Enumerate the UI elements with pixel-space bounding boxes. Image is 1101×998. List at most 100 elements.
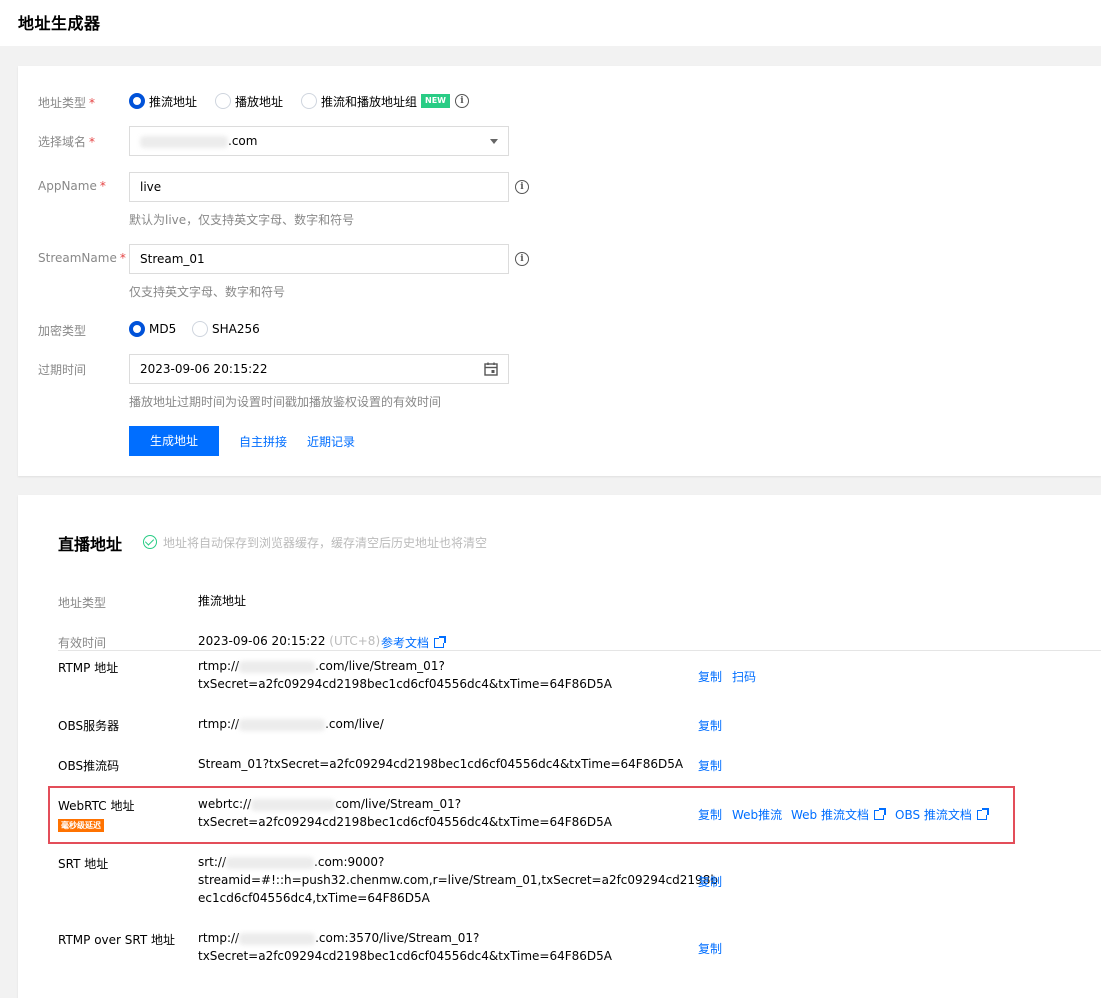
radio-push-label: 推流地址 [149, 94, 198, 109]
section-title: 直播地址 [58, 535, 123, 554]
page-title: 地址生成器 [18, 14, 101, 33]
info-icon[interactable]: i [455, 94, 469, 108]
appname-hint: 默认为live，仅支持英文字母、数字和符号 [129, 213, 355, 227]
rtmp-over-srt-query: txSecret=a2fc09294cd2198bec1cd6cf04556dc… [198, 949, 612, 963]
radio-dot-selected [129, 93, 145, 109]
copy-button[interactable]: 复制 [698, 873, 722, 890]
redacted-domain [239, 932, 316, 945]
copy-button[interactable]: 复制 [698, 940, 722, 957]
top-bar: 地址生成器 [0, 0, 1101, 46]
appname-label: AppName * [38, 179, 106, 193]
redacted-domain [239, 718, 326, 731]
srt-stream-id: streamid=#!::h=push32.chenmw.com,r=live/… [198, 873, 718, 887]
web-push-doc-label: Web 推流文档 [791, 808, 869, 822]
cache-notice: 地址将自动保存到浏览器缓存，缓存清空后历史地址也将清空 [163, 536, 488, 550]
generate-address-button[interactable]: 生成地址 [129, 426, 219, 456]
copy-button[interactable]: 复制 [698, 668, 722, 685]
recent-records-link[interactable]: 近期记录 [307, 433, 355, 450]
expiry-value: 2023-09-06 20:15:22 [140, 362, 268, 376]
obs-server-suffix: .com/live/ [325, 717, 384, 731]
rtmp-prefix: rtmp:// [198, 659, 240, 673]
external-link-icon [434, 636, 447, 648]
srt-stream-id-cont: ec1cd6cf04556dc4,txTime=64F86D5A [198, 891, 430, 905]
radio-play-label: 播放地址 [235, 94, 284, 109]
new-badge: NEW [421, 94, 450, 108]
appname-input[interactable]: live [129, 172, 509, 202]
domain-select[interactable]: .com [129, 126, 509, 156]
obs-server-label: OBS服务器 [58, 719, 120, 733]
webrtc-suffix: com/live/Stream_01? [335, 797, 462, 811]
radio-group-label: 推流和播放地址组 [321, 94, 418, 109]
copy-button[interactable]: 复制 [698, 717, 722, 734]
custom-splice-link[interactable]: 自主拼接 [239, 433, 287, 450]
encryption-label: 加密类型 [38, 324, 87, 338]
domain-suffix: .com [228, 134, 258, 148]
domain-label-text: 选择域名 [38, 135, 87, 149]
external-link-icon [873, 808, 886, 820]
obs-push-code: Stream_01?txSecret=a2fc09294cd2198bec1cd… [198, 757, 684, 771]
redacted-domain [239, 660, 316, 673]
expiry-hint: 播放地址过期时间为设置时间戳加播放鉴权设置的有效时间 [129, 395, 442, 409]
obs-push-doc-label: OBS 推流文档 [895, 808, 972, 822]
reference-doc-link[interactable]: 参考文档 [381, 634, 447, 651]
obs-server-prefix: rtmp:// [198, 717, 240, 731]
srt-address: srt:// .com:9000? streamid=#!::h=push32.c… [198, 853, 718, 907]
info-icon[interactable]: i [515, 180, 529, 194]
obs-push-code-label: OBS推流码 [58, 759, 120, 773]
timezone: (UTC+8) [329, 634, 381, 648]
webrtc-prefix: webrtc:// [198, 797, 252, 811]
radio-md5-label: MD5 [149, 322, 177, 336]
domain-label: 选择域名 * [38, 135, 96, 149]
radio-sha256-label: SHA256 [212, 322, 260, 336]
chevron-down-icon [490, 139, 498, 144]
radio-md5[interactable]: MD5 [129, 319, 176, 339]
rtmp-over-srt-prefix: rtmp:// [198, 931, 240, 945]
valid-time: 2023-09-06 20:15:22 (UTC+8) [198, 632, 380, 650]
web-push-doc-link[interactable]: Web 推流文档 [791, 806, 886, 823]
address-type-label-text: 地址类型 [38, 96, 87, 110]
rtmp-label: RTMP 地址 [58, 661, 119, 675]
radio-dot-selected [129, 321, 145, 337]
obs-push-doc-link[interactable]: OBS 推流文档 [895, 806, 989, 823]
radio-dot [192, 321, 208, 337]
external-link-icon [976, 808, 989, 820]
radio-dot [215, 93, 231, 109]
divider [58, 650, 1101, 651]
redacted-domain [251, 798, 336, 811]
redacted-domain [226, 856, 315, 869]
copy-button[interactable]: 复制 [698, 806, 722, 823]
redacted-domain [140, 135, 228, 148]
webrtc-label: WebRTC 地址 [58, 799, 135, 813]
expiry-datetime-input[interactable]: 2023-09-06 20:15:22 [129, 354, 509, 384]
rtmp-suffix: .com/live/Stream_01? [315, 659, 445, 673]
rtmp-over-srt-suffix: .com:3570/live/Stream_01? [315, 931, 480, 945]
valid-time-value: 2023-09-06 20:15:22 [198, 634, 326, 648]
info-icon[interactable]: i [515, 252, 529, 266]
rtmp-over-srt-label: RTMP over SRT 地址 [58, 933, 176, 947]
srt-suffix: .com:9000? [314, 855, 385, 869]
reference-doc-label: 参考文档 [381, 636, 430, 650]
streamname-label: StreamName * [38, 251, 126, 265]
streamname-hint: 仅支持英文字母、数字和符号 [129, 285, 286, 299]
copy-button[interactable]: 复制 [698, 757, 722, 774]
radio-sha256[interactable]: SHA256 [192, 319, 260, 339]
web-push-link[interactable]: Web推流 [732, 806, 782, 823]
scan-qr-button[interactable]: 扫码 [732, 668, 756, 685]
streamname-label-text: StreamName [38, 251, 117, 265]
srt-label: SRT 地址 [58, 857, 109, 871]
rtmp-over-srt-address: rtmp:// .com:3570/live/Stream_01? txSecre… [198, 929, 612, 965]
live-address-card: 直播地址 地址将自动保存到浏览器缓存，缓存清空后历史地址也将清空 地址类型 推流… [18, 495, 1101, 998]
latency-badge: 毫秒级延迟 [58, 819, 104, 832]
type-label: 地址类型 [58, 596, 107, 610]
radio-push-play-group[interactable]: 推流和播放地址组 NEW i [301, 91, 469, 111]
radio-push-address[interactable]: 推流地址 [129, 91, 197, 111]
webrtc-query: txSecret=a2fc09294cd2198bec1cd6cf04556dc… [198, 815, 612, 829]
rtmp-query: txSecret=a2fc09294cd2198bec1cd6cf04556dc… [198, 677, 612, 691]
radio-play-address[interactable]: 播放地址 [215, 91, 283, 111]
streamname-input[interactable]: Stream_01 [129, 244, 509, 274]
obs-server-address: rtmp:// .com/live/ [198, 715, 384, 733]
generator-form-card: 地址类型 * 推流地址 播放地址 推流和播放地址组 NEW i 选择域名 * .co… [18, 66, 1101, 476]
srt-prefix: srt:// [198, 855, 227, 869]
check-circle-icon [143, 535, 157, 549]
type-value: 推流地址 [198, 594, 247, 608]
